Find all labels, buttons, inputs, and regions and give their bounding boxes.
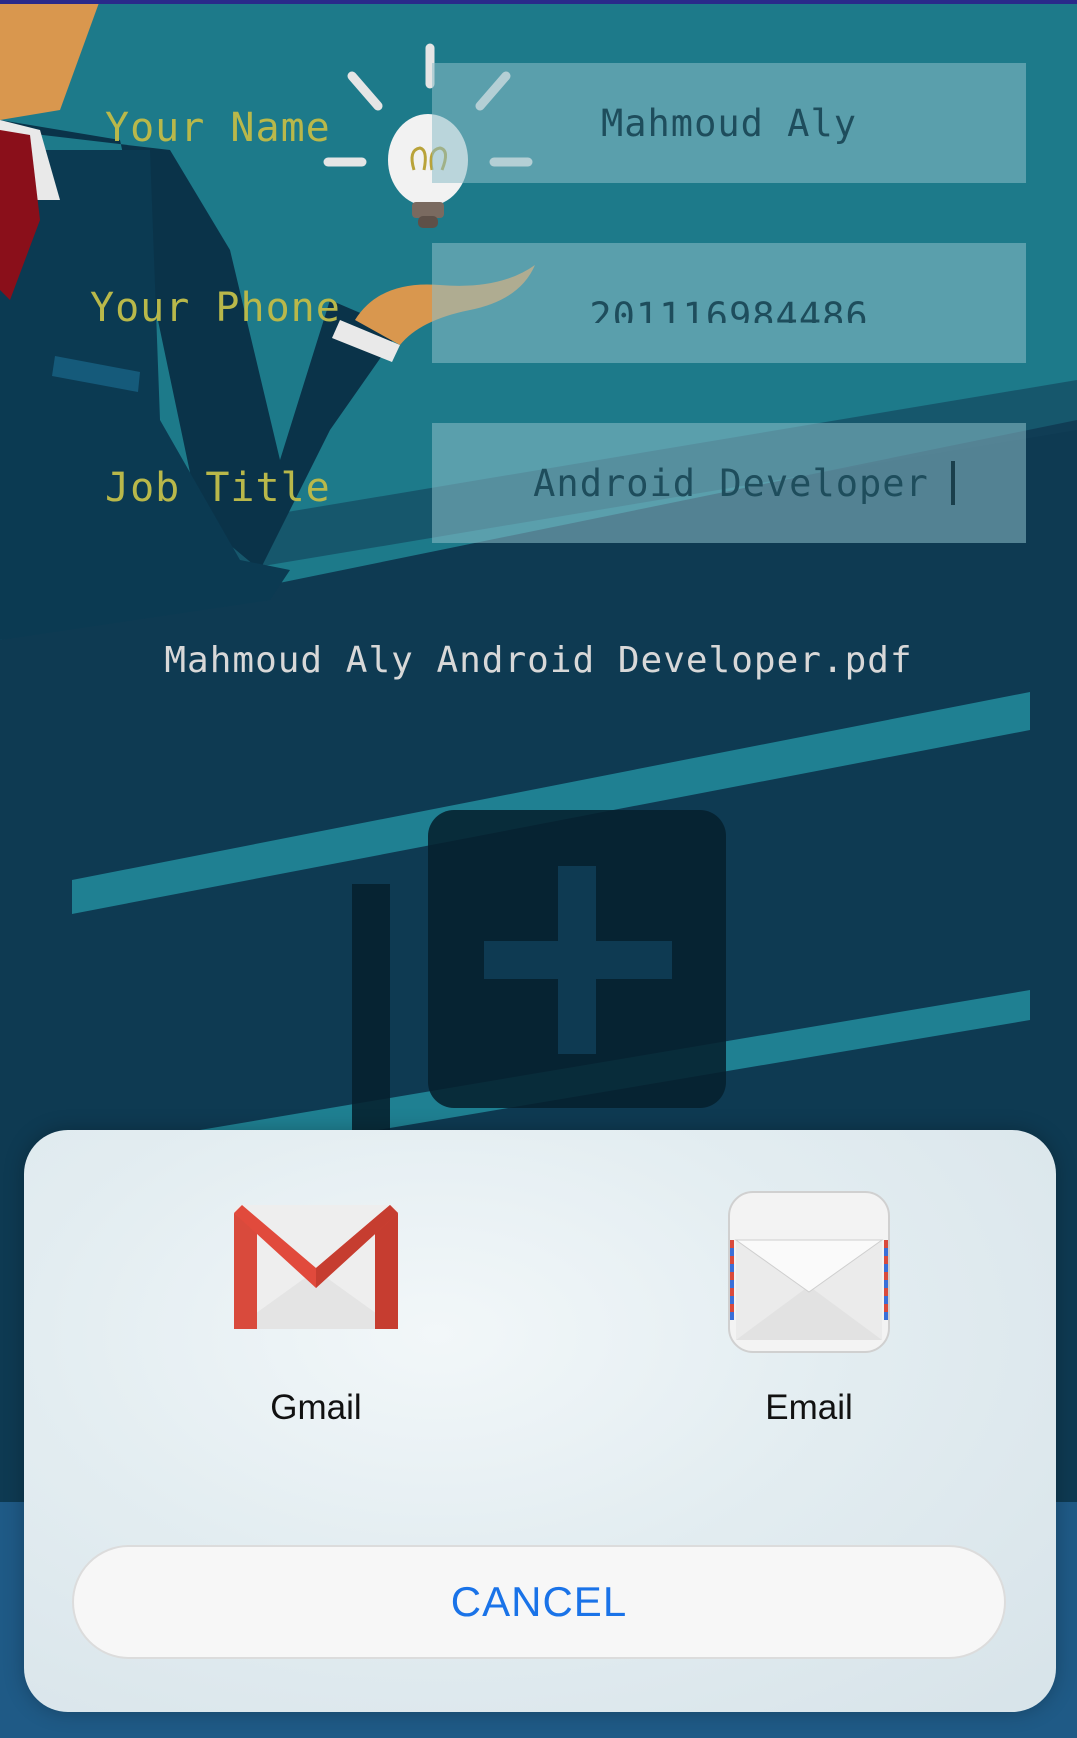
share-sheet: Gmail Email CANCEL: [24, 1130, 1056, 1712]
job-title-field[interactable]: Android Developer: [432, 423, 1026, 543]
gmail-label: Gmail: [270, 1388, 362, 1427]
cancel-button[interactable]: CANCEL: [72, 1545, 1006, 1659]
name-field[interactable]: Mahmoud Aly: [432, 63, 1026, 183]
email-label: Email: [765, 1388, 853, 1427]
phone-value-clip: 201116984486: [589, 283, 868, 323]
generated-file-name: Mahmoud Aly Android Developer.pdf: [164, 640, 913, 681]
status-strip: [0, 0, 1077, 4]
job-title-label: Job Title: [105, 465, 331, 511]
name-value: Mahmoud Aly: [600, 101, 858, 145]
divider-bar: [352, 884, 390, 1134]
phone-value: 201116984486: [589, 295, 869, 323]
job-title-value: Android Developer: [533, 461, 929, 505]
email-icon: [728, 1191, 890, 1353]
share-option-email[interactable]: Email: [679, 1190, 939, 1428]
share-option-gmail[interactable]: Gmail: [186, 1190, 446, 1428]
phone-label: Your Phone: [90, 285, 341, 331]
plus-icon-horizontal: [484, 941, 672, 979]
gmail-icon: [234, 1205, 398, 1329]
phone-field[interactable]: 201116984486: [432, 243, 1026, 363]
name-label: Your Name: [105, 105, 331, 151]
text-cursor: [950, 461, 955, 505]
screen: Your Name Mahmoud Aly Your Phone 2011169…: [0, 0, 1077, 1738]
